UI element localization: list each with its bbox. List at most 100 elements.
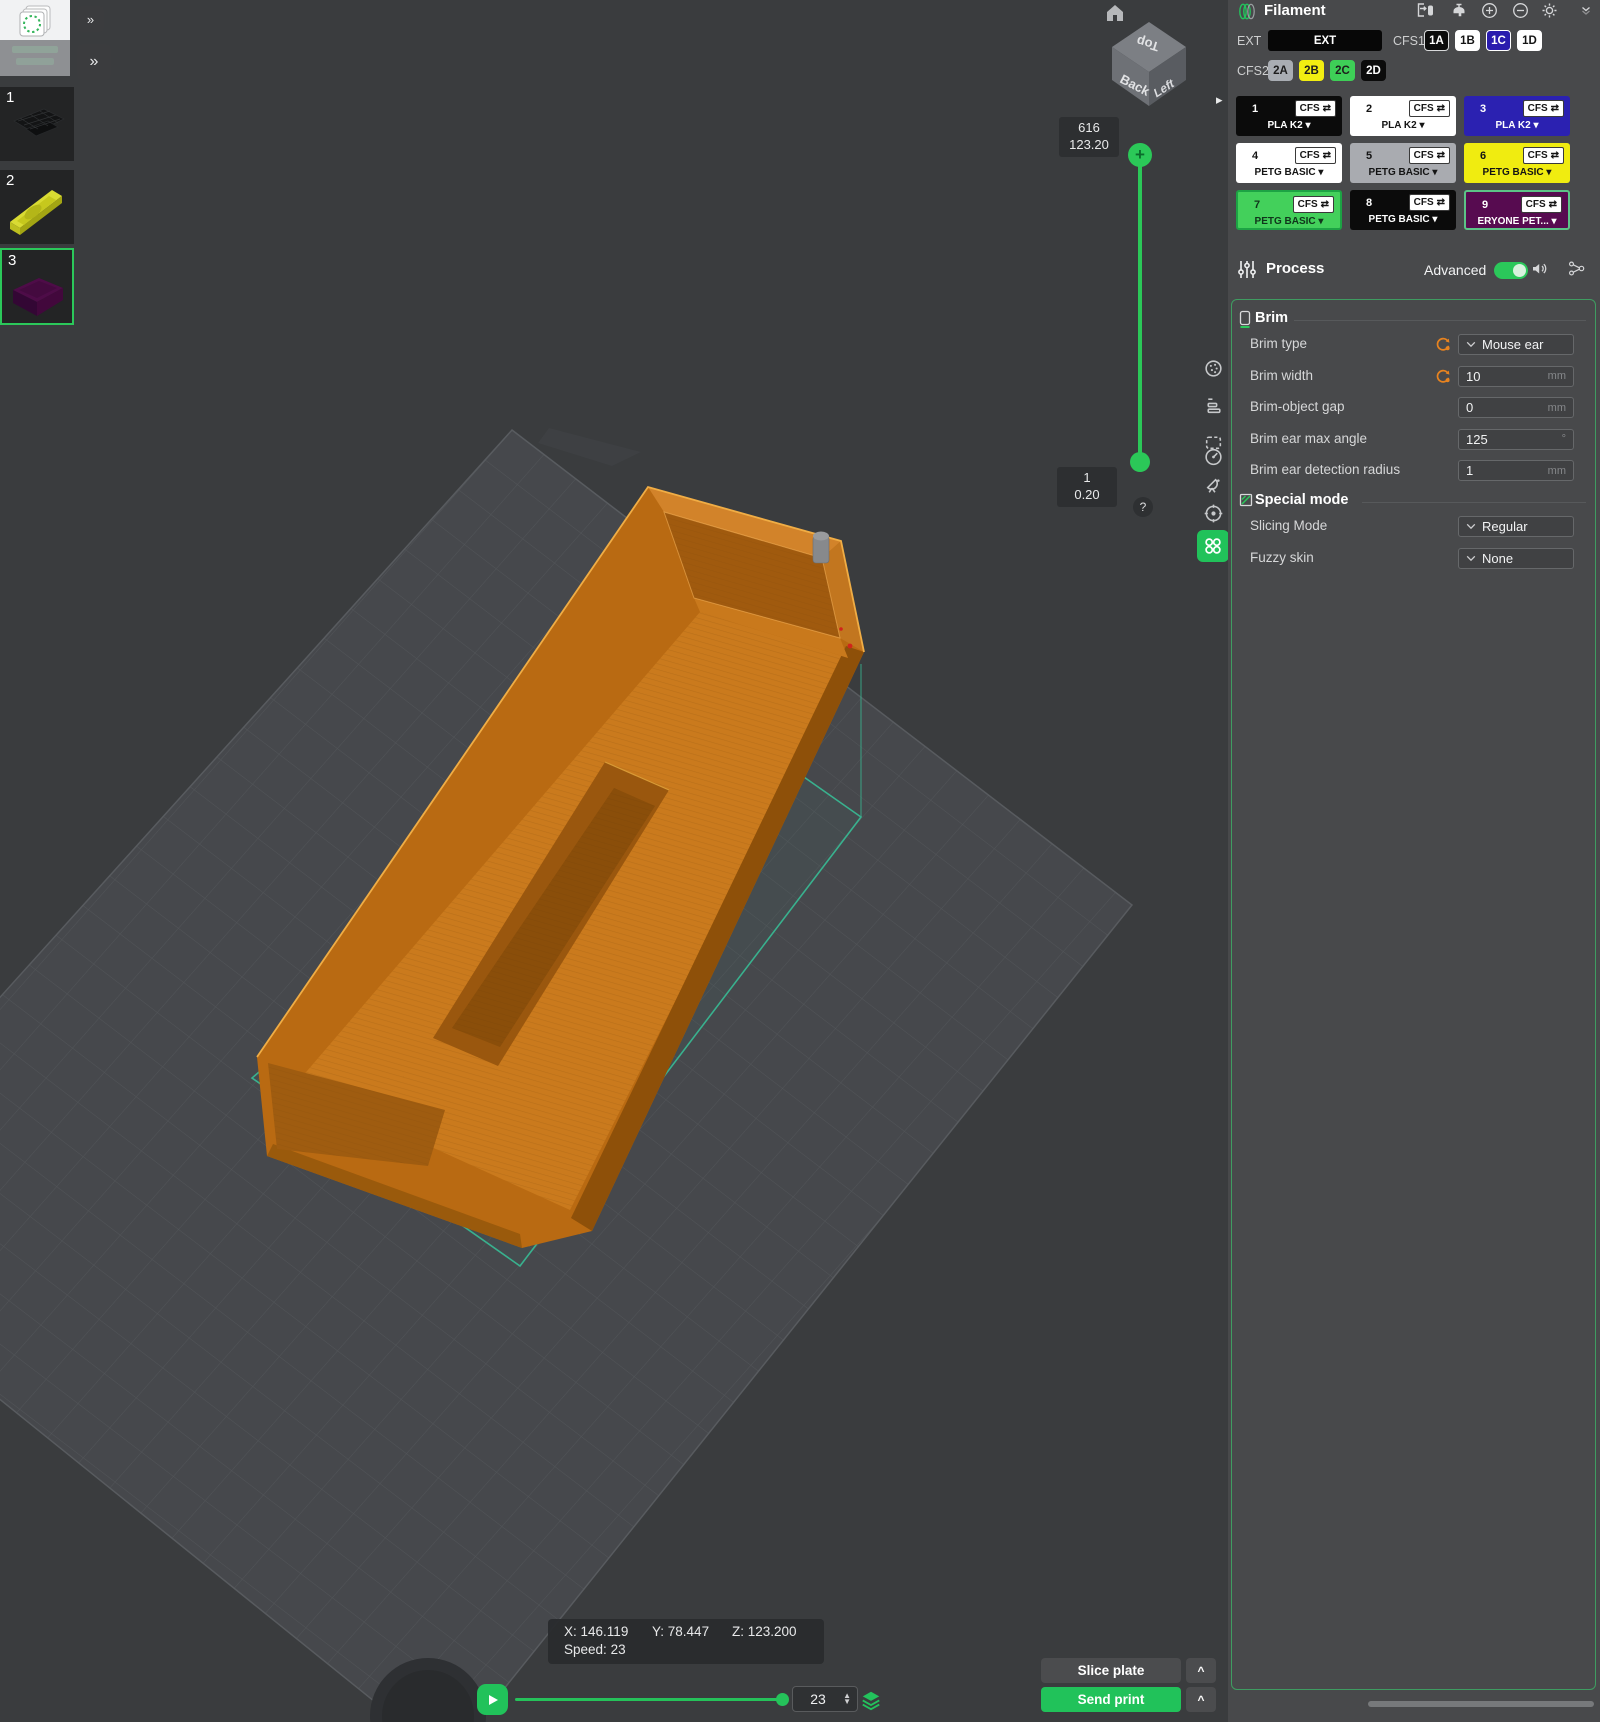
input-brim-ear-max-angle[interactable]: 125 ° [1458, 428, 1574, 450]
collapse-chevron-icon[interactable] [1580, 4, 1600, 21]
cfs-sync-button[interactable]: CFS ⇄ [1408, 194, 1450, 211]
preview-clover-button[interactable] [1197, 530, 1229, 562]
filament-slot-6[interactable]: 6 CFS ⇄ PETG BASIC ▾ [1464, 143, 1570, 183]
filament-slot-number: 5 [1366, 149, 1373, 162]
filament-material-dropdown[interactable]: PETG BASIC ▾ [1236, 167, 1342, 178]
cfs-sync-button[interactable]: CFS ⇄ [1294, 147, 1336, 164]
filament-slot-7[interactable]: 7 CFS ⇄ PETG BASIC ▾ [1236, 190, 1342, 230]
advanced-toggle[interactable] [1494, 262, 1528, 279]
ext-button[interactable]: EXT [1268, 30, 1382, 51]
layer-number-input[interactable]: 23 ▲ ▼ [792, 1686, 858, 1712]
filament-material-dropdown[interactable]: PETG BASIC ▾ [1350, 214, 1456, 225]
cfs-sync-button[interactable]: CFS ⇄ [1408, 147, 1450, 164]
settings-gear-icon[interactable] [1541, 2, 1561, 19]
advanced-label: Advanced [1424, 262, 1487, 278]
send-options-caret[interactable]: ^ [1186, 1687, 1216, 1712]
playback-slider-track[interactable] [515, 1698, 785, 1701]
announce-icon[interactable] [1531, 260, 1551, 277]
cfs2-slot-2a[interactable]: 2A [1268, 60, 1293, 81]
cfs2-slot-2d[interactable]: 2D [1361, 60, 1386, 81]
input-brim-object-gap[interactable]: 0 mm [1458, 397, 1574, 418]
help-button[interactable]: ? [1133, 497, 1153, 517]
dropdown-brim-type[interactable]: Mouse ear [1458, 334, 1574, 355]
cfs2-slot-2b[interactable]: 2B [1299, 60, 1324, 81]
input-unit: mm [1547, 370, 1566, 382]
filament-slot-number: 2 [1366, 102, 1373, 115]
reset-icon-brim-type[interactable] [1435, 336, 1451, 352]
cfs-sync-button[interactable]: CFS ⇄ [1408, 100, 1450, 117]
filament-slot-4[interactable]: 4 CFS ⇄ PETG BASIC ▾ [1236, 143, 1342, 183]
all-plates-thumbnail[interactable] [0, 0, 70, 76]
filament-material-dropdown[interactable]: PLA K2 ▾ [1464, 120, 1570, 131]
cfs-sync-button[interactable]: CFS ⇄ [1522, 100, 1564, 117]
filament-material-dropdown[interactable]: ERYONE PET... ▾ [1466, 216, 1568, 227]
filament-material-dropdown[interactable]: PETG BASIC ▾ [1350, 167, 1456, 178]
cfs-sync-button[interactable]: CFS ⇄ [1292, 196, 1334, 213]
dropdown-fuzzy-skin[interactable]: None [1458, 547, 1574, 569]
filament-material-dropdown[interactable]: PLA K2 ▾ [1350, 120, 1456, 131]
layer-slider-track[interactable] [1138, 155, 1142, 463]
cfs1-slot-1c[interactable]: 1C [1486, 30, 1511, 51]
input-brim-ear-detection-radius[interactable]: 1 mm [1458, 460, 1574, 481]
send-print-button[interactable]: Send print [1041, 1687, 1181, 1712]
plate-notch [538, 428, 641, 466]
section-title-special-mode: Special mode [1255, 492, 1349, 508]
panel-collapse-arrow[interactable]: ▸ [1216, 92, 1223, 108]
globe-icon[interactable] [1198, 353, 1228, 383]
filament-material-dropdown[interactable]: PLA K2 ▾ [1236, 120, 1342, 131]
cfs1-slot-1b[interactable]: 1B [1455, 30, 1480, 51]
filament-slot-9[interactable]: 9 CFS ⇄ ERYONE PET... ▾ [1464, 190, 1570, 230]
dropdown-slicing-mode[interactable]: Regular [1458, 516, 1574, 537]
play-button[interactable] [477, 1684, 508, 1715]
cfs1-slot-1d[interactable]: 1D [1517, 30, 1542, 51]
layer-bars-icon[interactable] [1198, 390, 1228, 420]
filament-slot-8[interactable]: 8 CFS ⇄ PETG BASIC ▾ [1350, 190, 1456, 230]
cfs-sync-button[interactable]: CFS ⇄ [1294, 100, 1336, 117]
layer-stack-icon[interactable] [860, 1689, 882, 1711]
input-brim-width[interactable]: 10 mm [1458, 365, 1574, 387]
cfs1-slot-1a[interactable]: 1A [1424, 30, 1449, 51]
cfs2-slot-2c[interactable]: 2C [1330, 60, 1355, 81]
process-panel-title: Process [1266, 260, 1325, 277]
chevron-down-icon [1466, 555, 1476, 562]
filament-slot-3[interactable]: 3 CFS ⇄ PLA K2 ▾ [1464, 96, 1570, 136]
input-value: 125 [1466, 431, 1488, 447]
sidebar-expand-bottom-button[interactable]: » [77, 44, 111, 80]
cfs-sync-button[interactable]: CFS ⇄ [1522, 147, 1564, 164]
filament-slot-1[interactable]: 1 CFS ⇄ PLA K2 ▾ [1236, 96, 1342, 136]
filament-material-dropdown[interactable]: PETG BASIC ▾ [1464, 167, 1570, 178]
layer-slider-bottom-handle[interactable] [1130, 452, 1150, 472]
cfs-sync-button[interactable]: CFS ⇄ [1520, 196, 1562, 213]
section-title-brim: Brim [1255, 310, 1289, 326]
radar-icon[interactable] [1198, 470, 1228, 500]
plate-thumbnail-2[interactable]: 2 [0, 170, 74, 244]
layer-slider-top-handle[interactable]: + [1128, 143, 1152, 167]
filament-material-dropdown[interactable]: PETG BASIC ▾ [1238, 216, 1340, 227]
status-x: X: 146.119 [564, 1624, 629, 1639]
slice-options-caret[interactable]: ^ [1186, 1658, 1216, 1683]
target-icon[interactable] [1198, 498, 1228, 528]
viewport-3d-scene[interactable] [0, 0, 1228, 1722]
filament-slot-5[interactable]: 5 CFS ⇄ PETG BASIC ▾ [1350, 143, 1456, 183]
input-unit: ° [1561, 433, 1566, 445]
add-circle-icon[interactable] [1481, 2, 1501, 19]
plate-thumbnail-1[interactable]: 1 [0, 87, 74, 161]
filament-slot-2[interactable]: 2 CFS ⇄ PLA K2 ▾ [1350, 96, 1456, 136]
plate-thumbnail-3[interactable]: 3 [0, 248, 74, 325]
filament-swap-icon[interactable] [1416, 2, 1436, 19]
stepper-down[interactable]: ▼ [843, 1697, 851, 1706]
faucet-icon[interactable] [1450, 2, 1470, 19]
panel-scrollbar[interactable] [1368, 1701, 1594, 1707]
playback-slider-handle[interactable] [776, 1693, 789, 1706]
slice-plate-button[interactable]: Slice plate [1041, 1658, 1181, 1683]
sidebar-expand-top-button[interactable]: » [77, 6, 104, 32]
share-nodes-icon[interactable] [1568, 260, 1588, 277]
play-icon [488, 1694, 498, 1705]
filament-slot-number: 3 [1480, 102, 1487, 115]
gauge-icon[interactable] [1198, 441, 1228, 471]
remove-circle-icon[interactable] [1512, 2, 1532, 19]
section-divider [1294, 320, 1586, 321]
reset-icon-brim-width[interactable] [1435, 368, 1451, 384]
dropdown-value: Mouse ear [1482, 337, 1544, 352]
navigation-cube[interactable]: Top Back Left [1103, 16, 1195, 110]
